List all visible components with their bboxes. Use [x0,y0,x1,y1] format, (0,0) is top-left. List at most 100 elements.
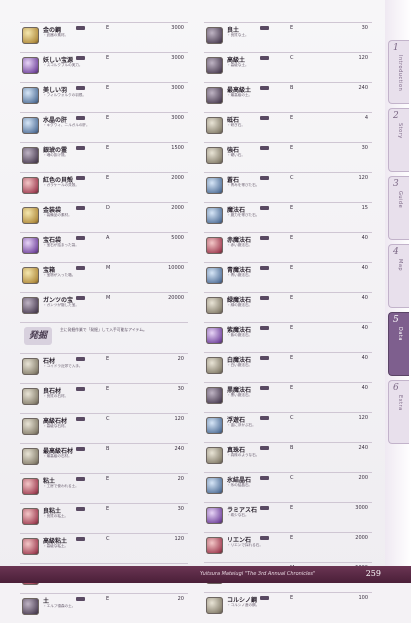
item-rank: E [106,506,110,512]
item-entry: 蒼石 C 120 ・青みを帯びた石。 [204,172,372,199]
item-entry: 浮遊石 C 120 ・宙に浮かぶ石。 [204,412,372,439]
item-price: 240 [358,445,368,451]
rank-marker [260,356,269,360]
rank-marker [260,26,269,30]
chapter-tab[interactable]: 5 Data [388,312,409,376]
item-rank: E [106,115,110,121]
item-entry: 石材 E 20 ・ユイドラ近郊で入手。 [20,353,188,380]
item-description: ・黒い魔法石。 [227,393,253,397]
item-price: 120 [358,175,368,181]
chapter-tab[interactable]: 3 Guide [388,176,409,240]
item-price: 1500 [171,145,184,151]
item-icon [206,357,223,374]
item-entry: 宝箱 M 10000 ・宝物が入った箱。 [20,262,188,289]
item-icon [206,297,223,314]
item-price: 120 [358,55,368,61]
rank-marker [76,597,85,601]
item-entry: 銀琥の霊 E 1500 ・魂の抜け殻。 [20,142,188,169]
item-price: 15 [361,205,368,211]
chapter-label: Data [397,327,403,341]
chapter-tab[interactable]: 2 Story [388,108,409,172]
item-price: 20 [177,476,184,482]
item-price: 2000 [355,535,368,541]
item-icon [206,417,223,434]
rank-marker [260,536,269,540]
item-entry: 金装袋 D 2000 ・装備品の素材。 [20,202,188,229]
chapter-number: 1 [393,43,399,53]
item-entry: 青魔法石 E 40 ・青い魔法石。 [204,262,372,289]
item-description: ・宙に浮かぶ石。 [227,423,256,427]
rank-marker [76,176,85,180]
item-entry: 強石 E 30 ・硬い石。 [204,142,372,169]
item-rank: C [106,536,110,542]
item-rank: E [290,115,294,121]
item-description: ・高級な土。 [227,63,249,67]
rank-marker [76,86,85,90]
item-description: ・良質な土。 [227,33,249,37]
item-icon [22,207,39,224]
chapter-label: Extra [397,395,403,411]
item-icon [22,358,39,375]
item-description: ・希少な石。 [227,513,249,517]
item-rank: E [106,356,110,362]
rank-marker [76,387,85,391]
chapter-number: 5 [393,315,399,325]
item-icon [22,177,39,194]
rank-marker [260,326,269,330]
rank-marker [260,446,269,450]
item-entry: ガンツの宝 M 20000 ・ガンツが隠した宝。 [20,292,188,319]
item-entry: 高級土 C 120 ・高級な土。 [204,52,372,79]
item-entry: 美しい羽 E 3000 ・フィルウォルクの羽根。 [20,82,188,109]
item-rank: E [106,55,110,61]
item-price: 120 [174,536,184,542]
item-description: ・コルシノ産の鋼。 [227,603,260,607]
rank-marker [260,56,269,60]
rank-marker [76,507,85,511]
item-description: ・宝物が入った箱。 [43,273,76,277]
item-icon [22,418,39,435]
item-rank: E [290,205,294,211]
rank-marker [76,26,85,30]
item-rank: C [290,175,294,181]
item-icon [206,477,223,494]
item-price: 40 [361,235,368,241]
item-price: 40 [361,265,368,271]
item-icon [206,237,223,254]
chapter-sidebar: 1 Introduction 2 Story 3 Guide 4 Map 5 Data 6 Extra [385,0,411,583]
rank-marker [260,296,269,300]
item-entry: コルシノ鋼 E 100 ・コルシノ産の鋼。 [204,592,372,619]
item-price: 240 [174,446,184,452]
item-entry: 最高級土 B 240 ・最高級の土。 [204,82,372,109]
item-description: ・フィルウォルクの羽根。 [43,93,87,97]
chapter-tab[interactable]: 4 Map [388,244,409,308]
item-entry: 紅色の貝殻 E 2000 ・ガラケールの貝殻。 [20,172,188,199]
item-entry: 良土 E 30 ・良質な土。 [204,22,372,49]
rank-marker [76,417,85,421]
item-description: ・工房で使われる土。 [43,484,79,488]
item-price: 3000 [355,505,368,511]
item-rank: E [106,145,110,151]
item-description: ・赤い魔法石。 [227,243,253,247]
chapter-tab[interactable]: 6 Extra [388,380,409,444]
rank-marker [260,206,269,210]
item-entry: 宝石袋 A 5000 ・宝石が詰まった袋。 [20,232,188,259]
item-price: 3000 [171,55,184,61]
item-rank: M [106,295,111,301]
item-entry: 良粘土 E 30 ・良質の粘土。 [20,503,188,530]
item-rank: E [106,175,110,181]
item-price: 40 [361,385,368,391]
rank-marker [76,477,85,481]
item-entry: 水晶の肝 E 3000 ・キグウィ、ニルガルの肝。 [20,112,188,139]
rank-marker [260,386,269,390]
item-price: 40 [361,355,368,361]
rank-marker [260,416,269,420]
chapter-tab[interactable]: 1 Introduction [388,40,409,104]
item-icon [22,237,39,254]
item-description: ・キグウィ、ニルガルの肝。 [43,123,90,127]
chapter-label: Introduction [397,55,403,92]
item-description: ・ユイドラ近郊で入手。 [43,364,83,368]
rank-marker [260,596,269,600]
page-number: 259 [365,569,381,578]
item-description: ・高級な石材。 [43,424,69,428]
item-icon [22,508,39,525]
